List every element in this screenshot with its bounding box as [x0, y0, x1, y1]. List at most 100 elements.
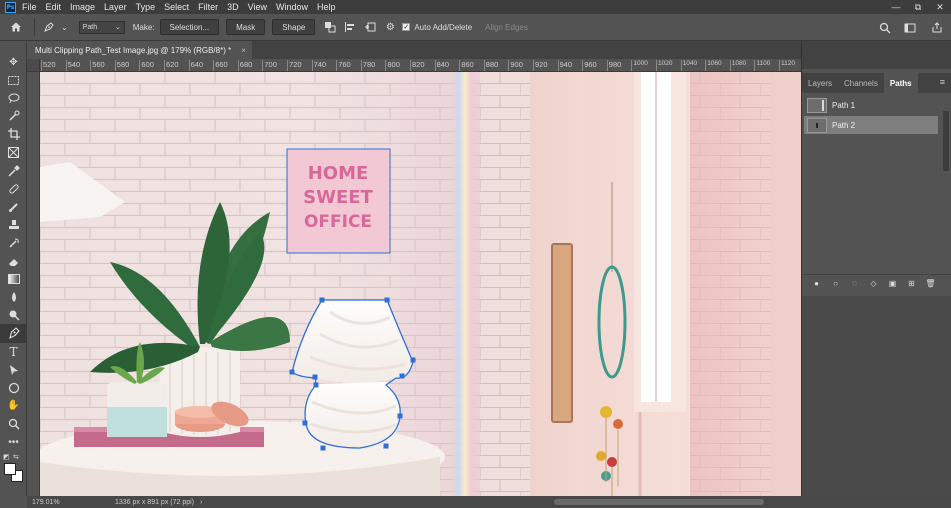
- stroke-path-icon[interactable]: ○: [826, 279, 845, 288]
- ruler-tick-label: 640: [190, 60, 204, 69]
- foreground-color-swatch[interactable]: [4, 463, 16, 476]
- ruler-tick: [237, 60, 239, 71]
- ruler-tick-label: 620: [166, 60, 179, 69]
- blur-tool-icon[interactable]: [0, 288, 27, 306]
- horizontal-scrollbar[interactable]: [554, 499, 764, 505]
- menu-layer[interactable]: Layer: [104, 2, 127, 12]
- home-icon[interactable]: [8, 19, 24, 35]
- minimize-button[interactable]: —: [885, 0, 907, 14]
- pen-tool-icon[interactable]: [0, 324, 27, 343]
- zoom-level[interactable]: 179.01%: [32, 499, 92, 506]
- ruler-tick: [754, 60, 756, 71]
- ruler-tick-label: 1020: [658, 60, 673, 67]
- ruler-tick: [188, 60, 190, 71]
- quick-selection-tool-icon[interactable]: [0, 107, 27, 125]
- auto-add-delete-checkbox[interactable]: ✓: [402, 23, 411, 31]
- crop-tool-icon[interactable]: [0, 125, 27, 143]
- ruler-origin[interactable]: [27, 59, 40, 71]
- tab-paths[interactable]: Paths: [883, 73, 918, 93]
- toolbar-grip: [0, 41, 26, 53]
- swap-colors-icon[interactable]: ⇆: [13, 453, 19, 461]
- clone-stamp-tool-icon[interactable]: [0, 216, 27, 234]
- pen-tool-preset-icon[interactable]: [41, 19, 57, 35]
- path-name: Path 2: [832, 120, 856, 130]
- ruler-tick: [729, 60, 731, 71]
- ruler-tick-label: 880: [485, 60, 499, 69]
- tab-layers[interactable]: Layers: [802, 73, 838, 93]
- menu-window[interactable]: Window: [276, 2, 308, 12]
- gear-icon[interactable]: ⚙: [382, 19, 398, 35]
- path-operations-icon[interactable]: [322, 19, 338, 35]
- menu-view[interactable]: View: [248, 2, 267, 12]
- ruler-tick-label: 740: [313, 60, 327, 69]
- menu-filter[interactable]: Filter: [198, 2, 218, 12]
- restore-button[interactable]: ⧉: [907, 0, 929, 14]
- delete-path-icon[interactable]: 🗑: [921, 279, 940, 288]
- ruler-tick: [311, 60, 313, 71]
- path-alignment-icon[interactable]: [342, 19, 358, 35]
- frame-tool-icon[interactable]: [0, 143, 27, 161]
- ruler-tick: [434, 60, 436, 71]
- make-work-path-icon[interactable]: ◇: [864, 279, 883, 288]
- panel-scrollbar[interactable]: [943, 111, 949, 171]
- ruler-tick-label: 1100: [756, 60, 771, 67]
- eraser-tool-icon[interactable]: [0, 252, 27, 270]
- ruler-tick: [41, 60, 42, 71]
- photoshop-logo-icon: Ps: [5, 1, 16, 13]
- eyedropper-tool-icon[interactable]: [0, 162, 27, 180]
- lasso-tool-icon[interactable]: [0, 89, 27, 107]
- tab-channels[interactable]: Channels: [838, 73, 884, 93]
- ruler-tick: [360, 60, 362, 71]
- add-mask-icon[interactable]: ▣: [883, 279, 902, 288]
- path-thumbnail: [807, 117, 827, 133]
- status-bar: 179.01% 1336 px x 891 px (72 ppi) ›: [27, 496, 951, 508]
- hand-tool-icon[interactable]: ✋: [0, 397, 27, 415]
- menu-select[interactable]: Select: [164, 2, 189, 12]
- load-as-selection-icon[interactable]: ◌: [845, 279, 864, 288]
- path-list-item[interactable]: Path 1: [804, 96, 938, 114]
- chevron-right-icon[interactable]: ›: [200, 499, 202, 506]
- healing-brush-tool-icon[interactable]: [0, 180, 27, 198]
- share-icon[interactable]: [929, 20, 945, 36]
- document-canvas[interactable]: HOME SWEET OFFICE: [40, 72, 801, 496]
- default-colors-icon[interactable]: ◩: [3, 453, 10, 461]
- ellipse-tool-icon[interactable]: [0, 379, 27, 397]
- history-brush-tool-icon[interactable]: [0, 234, 27, 252]
- path-list-item-selected[interactable]: Path 2: [804, 116, 938, 134]
- fill-path-icon[interactable]: ●: [807, 279, 826, 288]
- make-mask-button[interactable]: Mask: [226, 19, 266, 35]
- menu-edit[interactable]: Edit: [46, 2, 62, 12]
- brush-tool-icon[interactable]: [0, 198, 27, 216]
- marquee-tool-icon[interactable]: [0, 71, 27, 89]
- more-tools-icon[interactable]: •••: [0, 433, 27, 451]
- ruler-tick-label: 520: [43, 60, 56, 69]
- path-selection-tool-icon[interactable]: [0, 361, 27, 379]
- ruler-tick: [287, 60, 288, 71]
- menu-type[interactable]: Type: [136, 2, 156, 12]
- chevron-down-icon[interactable]: ⌄: [61, 23, 68, 32]
- make-selection-button[interactable]: Selection...: [159, 19, 220, 35]
- close-window-button[interactable]: ✕: [929, 0, 951, 14]
- close-tab-icon[interactable]: ×: [241, 46, 246, 55]
- ruler-tick-label: 1040: [682, 60, 698, 67]
- menu-3d[interactable]: 3D: [227, 2, 239, 12]
- path-arrangement-icon[interactable]: [362, 19, 378, 35]
- move-tool-icon[interactable]: ✥: [0, 53, 27, 71]
- document-tab[interactable]: Multi Clipping Path_Test Image.jpg @ 179…: [27, 41, 252, 59]
- ruler-tick: [139, 60, 141, 71]
- tool-mode-select[interactable]: Path ⌄: [78, 20, 125, 34]
- search-icon[interactable]: [877, 20, 893, 36]
- menu-image[interactable]: Image: [70, 2, 95, 12]
- new-path-icon[interactable]: ⊞: [902, 279, 921, 288]
- zoom-tool-icon[interactable]: [0, 415, 27, 433]
- panel-menu-icon[interactable]: ≡: [940, 77, 945, 87]
- ruler-tick: [262, 60, 264, 71]
- menu-help[interactable]: Help: [317, 2, 336, 12]
- type-tool-icon[interactable]: T: [0, 343, 27, 361]
- dodge-tool-icon[interactable]: [0, 306, 27, 324]
- menu-file[interactable]: File: [22, 2, 37, 12]
- make-shape-button[interactable]: Shape: [272, 19, 316, 35]
- gradient-tool-icon[interactable]: [0, 270, 27, 288]
- ruler-tick: [557, 60, 559, 71]
- workspace-icon[interactable]: [903, 20, 919, 36]
